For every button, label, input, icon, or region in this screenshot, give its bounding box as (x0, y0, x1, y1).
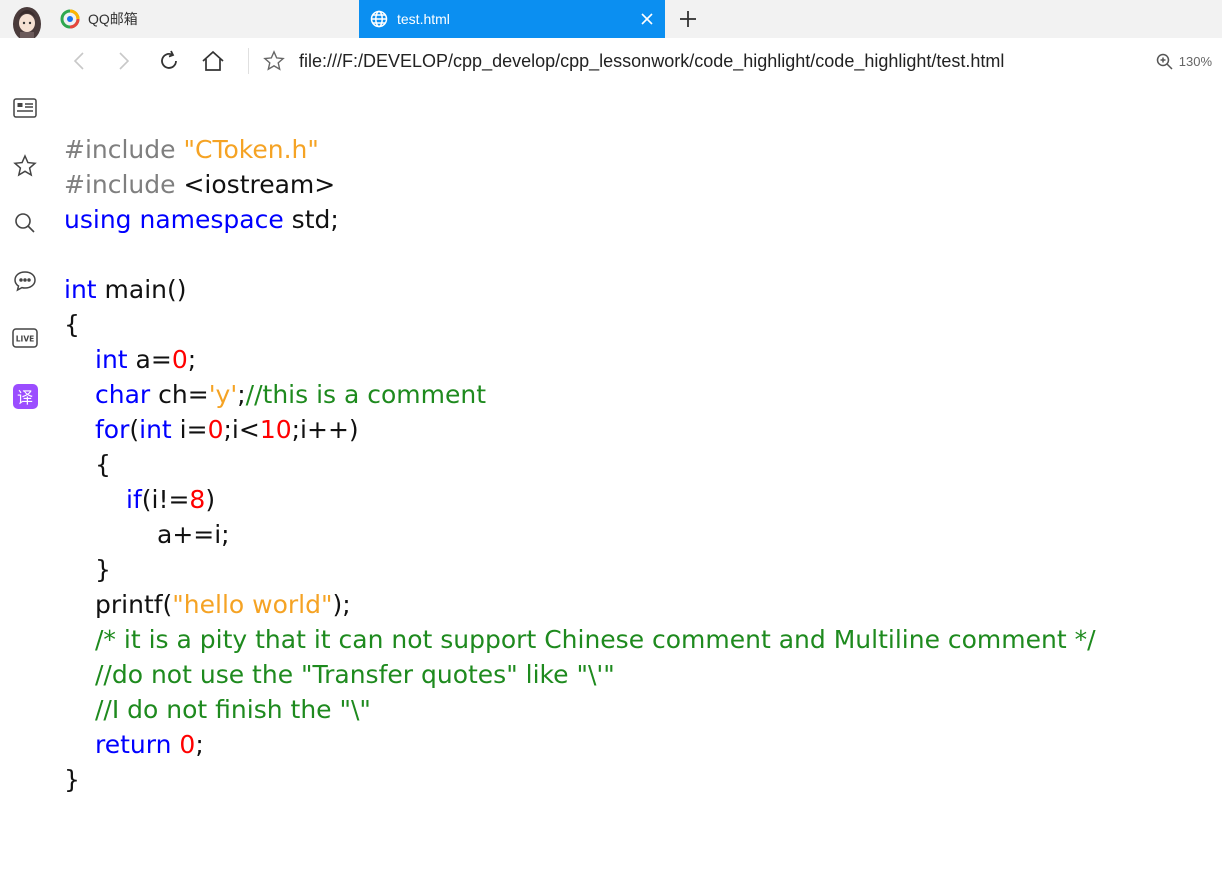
back-arrow-icon[interactable] (66, 48, 92, 74)
number-token: 0 (171, 345, 188, 374)
code-line: a+=i; (157, 520, 230, 549)
translate-glyph: 译 (12, 383, 38, 409)
code-line: if(i!=8) (64, 482, 1222, 517)
code-text: ( (129, 415, 140, 444)
keyword-token: int (139, 415, 172, 444)
globe-icon (369, 9, 389, 29)
number-token: 10 (259, 415, 292, 444)
code-line: { (64, 310, 80, 339)
reload-icon[interactable] (156, 48, 182, 74)
tab-qq-mail[interactable]: QQ邮箱 (52, 0, 359, 38)
sidebar: LIVE 译 (0, 38, 52, 885)
preprocessor-token: #include (64, 170, 176, 199)
code-text: ; (195, 730, 204, 759)
number-token: 0 (207, 415, 224, 444)
new-tab-plus-icon[interactable] (675, 7, 701, 31)
code-text: main() (96, 275, 187, 304)
qq-mail-icon (60, 9, 80, 29)
code-line: int a=0; (64, 342, 1222, 377)
code-line: #include "CToken.h" (64, 132, 1222, 167)
code-line: { (95, 450, 111, 479)
code-text: std; (283, 205, 339, 234)
tab-title: test.html (397, 11, 450, 27)
news-icon[interactable] (12, 95, 38, 121)
code-text: ) (205, 485, 216, 514)
code-text: ch= (150, 380, 209, 409)
tab-test-html[interactable]: test.html (359, 0, 665, 38)
bookmark-star-icon[interactable] (262, 49, 286, 73)
search-icon[interactable] (12, 210, 38, 236)
code-text: ; (187, 345, 197, 374)
keyword-token: namespace (139, 205, 284, 234)
keyword-token: using (64, 205, 132, 234)
forward-arrow-icon[interactable] (111, 48, 137, 74)
code-text: ); (332, 590, 351, 619)
code-text: (i!= (141, 485, 190, 514)
code-text: printf( (95, 590, 173, 619)
live-icon[interactable]: LIVE (12, 325, 38, 351)
code-line-comment: /* it is a pity that it can not support … (95, 625, 1096, 654)
keyword-token: int (95, 345, 128, 374)
number-token: 8 (189, 485, 206, 514)
code-text: ; (237, 380, 246, 409)
code-line: } (64, 765, 80, 794)
code-line-comment: //do not use the "Transfer quotes" like … (95, 660, 615, 689)
translate-icon[interactable]: 译 (12, 383, 38, 409)
keyword-token: if (126, 485, 142, 514)
code-text: a= (127, 345, 172, 374)
preprocessor-token: #include (64, 135, 176, 164)
keyword-token: for (95, 415, 130, 444)
tab-strip: QQ邮箱 test.html (0, 0, 1222, 42)
user-avatar[interactable] (4, 2, 50, 42)
code-line: return 0; (64, 727, 1222, 762)
string-token: "CToken.h" (183, 135, 319, 164)
code-line: printf("hello world"); (64, 587, 1222, 622)
zoom-level: 130% (1178, 53, 1212, 69)
code-line: int main() (64, 272, 1222, 307)
code-text: ;i++) (291, 415, 359, 444)
code-line: char ch='y';//this is a comment (64, 377, 1222, 412)
code-line: } (95, 555, 111, 584)
comment-token: //this is a comment (245, 380, 487, 409)
number-token: 0 (179, 730, 196, 759)
string-token: "hello world" (172, 590, 333, 619)
chat-icon[interactable] (12, 268, 38, 294)
keyword-token: return (95, 730, 172, 759)
address-bar-url[interactable]: file:///F:/DEVELOP/cpp_develop/cpp_lesso… (299, 49, 1004, 73)
string-token: 'y' (208, 380, 238, 409)
tab-title: QQ邮箱 (88, 11, 138, 27)
code-text: <iostream> (175, 170, 336, 199)
code-line: for(int i=0;i<10;i++) (64, 412, 1222, 447)
code-text: i= (171, 415, 208, 444)
favorites-star-icon[interactable] (12, 153, 38, 179)
keyword-token: int (64, 275, 97, 304)
zoom-indicator[interactable]: 130% (1156, 49, 1212, 73)
code-line: using namespace std; (64, 202, 1222, 237)
browser-toolbar: file:///F:/DEVELOP/cpp_develop/cpp_lesso… (52, 38, 1222, 84)
toolbar-divider (248, 48, 249, 74)
close-tab-icon[interactable] (637, 9, 657, 29)
keyword-token: char (95, 380, 151, 409)
code-line-comment: //I do not finish the "\" (95, 695, 371, 724)
home-icon[interactable] (200, 48, 226, 74)
zoom-in-icon (1156, 53, 1173, 70)
svg-text:LIVE: LIVE (16, 335, 35, 344)
code-line: #include <iostream> (64, 167, 1222, 202)
code-text: ;i< (223, 415, 260, 444)
code-listing: #include "CToken.h" #include <iostream> … (64, 132, 1222, 797)
